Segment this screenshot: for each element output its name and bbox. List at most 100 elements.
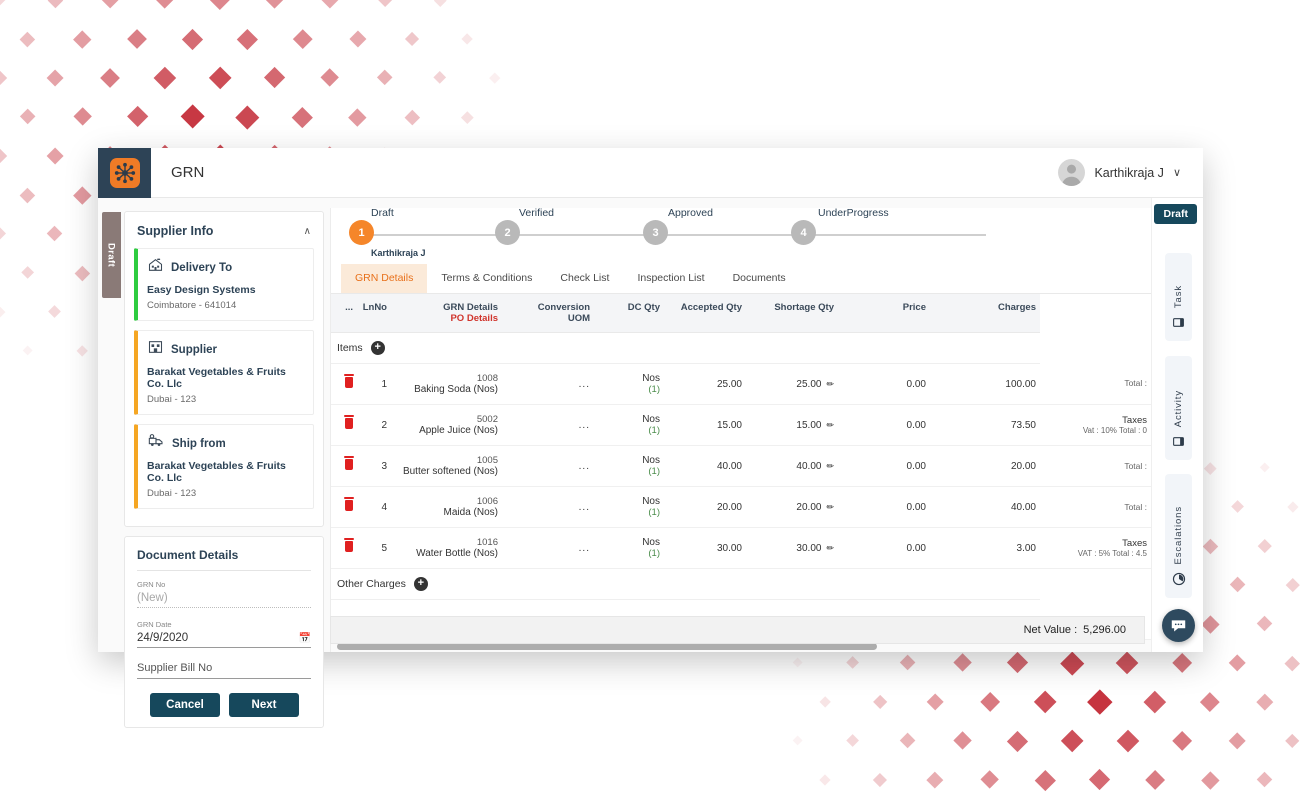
grn-no-value: (New): [137, 592, 311, 608]
rail-tab-activity[interactable]: Activity: [1165, 356, 1192, 460]
col-description-sub: PO Details: [450, 313, 498, 324]
decorative-diamond: [46, 69, 64, 87]
delete-row-button[interactable]: [331, 486, 357, 528]
decorative-diamond: [926, 693, 944, 711]
row-menu-button[interactable]: ...: [502, 486, 594, 528]
row-menu-button[interactable]: ...: [502, 445, 594, 487]
decorative-diamond: [320, 68, 340, 88]
step-number: 1: [349, 220, 374, 245]
chat-bubble-icon[interactable]: [1162, 609, 1195, 642]
address-block-ship-from[interactable]: Ship from Barakat Vegetables & Fruits Co…: [134, 424, 314, 509]
decorative-diamond: [126, 106, 149, 128]
address-city: Dubai - 123: [147, 394, 197, 405]
delete-row-button[interactable]: [331, 404, 357, 446]
address-block-delivery-to[interactable]: Delivery To Easy Design Systems Coimbato…: [134, 248, 314, 321]
decorative-diamond: [899, 655, 916, 671]
decorative-diamond: [979, 691, 1001, 713]
other-charges-section-cell: Other Charges +: [331, 568, 1040, 600]
step-underprogress[interactable]: UnderProgress 4: [791, 207, 889, 245]
cancel-button[interactable]: Cancel: [150, 693, 220, 717]
row-menu-button[interactable]: ...: [502, 527, 594, 569]
chevron-down-icon[interactable]: ∨: [1173, 166, 1181, 179]
cell-lnno: 3: [357, 445, 391, 487]
decorative-diamond: [489, 72, 501, 84]
grn-date-field[interactable]: GRN Date 24/9/2020 📅: [137, 620, 311, 648]
decorative-diamond: [1200, 770, 1219, 789]
decorative-diamond: [1259, 462, 1271, 474]
user-menu[interactable]: Karthikraja J ∨: [1058, 159, 1181, 186]
table-row[interactable]: 5 1016 Water Bottle (Nos)... Nos (1) 30.00 30.…: [331, 527, 1151, 569]
col-conversion-uom: Conversion UOM: [502, 294, 594, 333]
supplier-bill-no-input[interactable]: Supplier Bill No: [137, 662, 311, 679]
step-label: UnderProgress: [818, 207, 889, 219]
app-logo-tile[interactable]: [98, 147, 151, 198]
trash-icon[interactable]: [344, 415, 354, 429]
table-row[interactable]: 2 5002 Apple Juice (Nos)... Nos (1) 15.00 15.0…: [331, 404, 1151, 446]
decorative-diamond: [0, 227, 7, 241]
row-menu-button[interactable]: ...: [502, 363, 594, 405]
home-building-icon: [147, 257, 164, 278]
pencil-icon[interactable]: ✏: [826, 543, 834, 554]
cell-description: 1016 Water Bottle (Nos): [391, 527, 502, 569]
decorative-diamond: [155, 0, 175, 10]
item-code: 1016: [476, 537, 498, 548]
cell-accepted-qty[interactable]: 30.00 ✏: [746, 527, 838, 569]
decorative-diamond: [19, 31, 36, 47]
supplier-info-header[interactable]: Supplier Info ∧: [125, 212, 323, 248]
left-draft-tab[interactable]: Draft: [101, 212, 121, 298]
uom-conversion: (1): [648, 548, 660, 559]
step-approved[interactable]: Approved 3: [643, 207, 713, 245]
decorative-diamond: [1116, 729, 1139, 753]
items-section-cell: Items +: [331, 332, 1040, 364]
table-row[interactable]: 4 1006 Maida (Nos)... Nos (1) 20.00 20.00 ✏ 0.00…: [331, 486, 1151, 528]
tab-terms-conditions[interactable]: Terms & Conditions: [427, 264, 546, 293]
app-header: GRN Karthikraja J ∨: [98, 147, 1203, 198]
row-menu-button[interactable]: ...: [502, 404, 594, 446]
add-item-button[interactable]: +: [370, 341, 385, 355]
address-block-supplier[interactable]: Supplier Barakat Vegetables & Fruits Co.…: [134, 330, 314, 415]
pencil-icon[interactable]: ✏: [826, 461, 834, 472]
decorative-diamond: [127, 29, 148, 49]
main-panel: Draft 1 Karthikraja J Verified 2 Approve…: [330, 207, 1151, 652]
delete-row-button[interactable]: [331, 445, 357, 487]
step-verified[interactable]: Verified 2: [495, 207, 554, 245]
next-button[interactable]: Next: [229, 693, 299, 717]
trash-icon[interactable]: [344, 497, 354, 511]
avatar: [1058, 159, 1086, 186]
trash-icon[interactable]: [344, 456, 354, 470]
horizontal-scrollbar-thumb[interactable]: [337, 643, 877, 650]
cell-accepted-qty[interactable]: 40.00 ✏: [746, 445, 838, 487]
decorative-diamond: [433, 0, 447, 7]
rail-tab-escalations[interactable]: Escalations: [1165, 474, 1192, 598]
tab-documents[interactable]: Documents: [719, 264, 800, 293]
decorative-diamond: [73, 186, 92, 204]
tab-check-list[interactable]: Check List: [546, 264, 623, 293]
pencil-icon[interactable]: ✏: [826, 420, 834, 431]
delete-row-button[interactable]: [331, 527, 357, 569]
trash-icon[interactable]: [344, 374, 354, 388]
cell-accepted-qty[interactable]: 20.00 ✏: [746, 486, 838, 528]
step-label: Draft: [371, 207, 394, 219]
delete-row-button[interactable]: [331, 363, 357, 405]
decorative-diamond: [181, 28, 204, 50]
calendar-icon[interactable]: 📅: [299, 633, 311, 644]
decorative-diamond: [73, 107, 92, 127]
decorative-diamond: [74, 265, 91, 281]
step-draft[interactable]: Draft 1 Karthikraja J: [349, 207, 426, 258]
chevron-up-icon[interactable]: ∧: [304, 226, 311, 237]
tab-inspection-list[interactable]: Inspection List: [623, 264, 718, 293]
table-row[interactable]: 3 1005 Butter softened (Nos)... Nos (1) 40.00…: [331, 445, 1151, 487]
cell-accepted-qty[interactable]: 25.00 ✏: [746, 363, 838, 405]
trash-icon[interactable]: [344, 538, 354, 552]
cell-price: 3.00: [930, 527, 1040, 569]
table-row[interactable]: 1 1008 Baking Soda (Nos)... Nos (1) 25.00 25.0…: [331, 363, 1151, 405]
cell-accepted-qty[interactable]: 15.00 ✏: [746, 404, 838, 446]
decorative-diamond: [47, 226, 63, 242]
tab-grn-details[interactable]: GRN Details: [341, 264, 428, 293]
decorative-diamond: [0, 148, 8, 164]
pencil-icon[interactable]: ✏: [826, 379, 834, 390]
add-other-charge-button[interactable]: +: [413, 577, 428, 591]
rail-tab-task[interactable]: Task: [1165, 253, 1192, 341]
grn-no-field[interactable]: GRN No (New): [137, 580, 311, 608]
pencil-icon[interactable]: ✏: [826, 502, 834, 513]
